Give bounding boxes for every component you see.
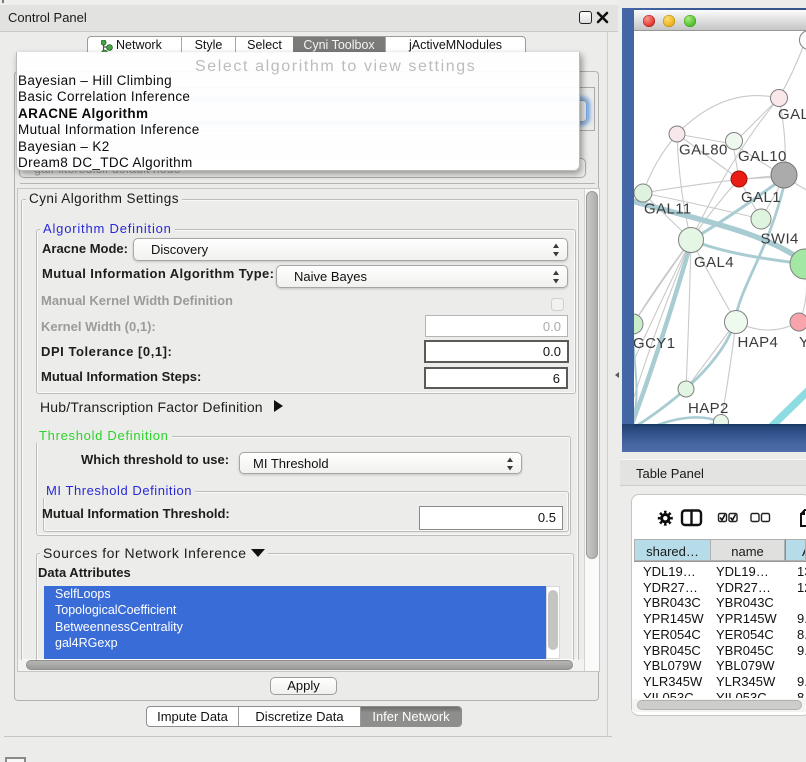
svg-text:GAL1: GAL1 [741,189,781,206]
svg-text:HAP4: HAP4 [738,334,779,351]
svg-text:HAP2: HAP2 [688,400,729,417]
svg-text:GAL10: GAL10 [738,148,787,165]
svg-text:YJ: YJ [799,334,806,351]
svg-text:GCY1: GCY1 [634,335,675,352]
svg-text:SWI4: SWI4 [761,231,799,248]
svg-text:GAL11: GAL11 [644,201,692,218]
svg-text:GAL7: GAL7 [778,106,806,123]
svg-text:GAL80: GAL80 [679,142,728,159]
svg-text:GAL4: GAL4 [694,254,734,271]
